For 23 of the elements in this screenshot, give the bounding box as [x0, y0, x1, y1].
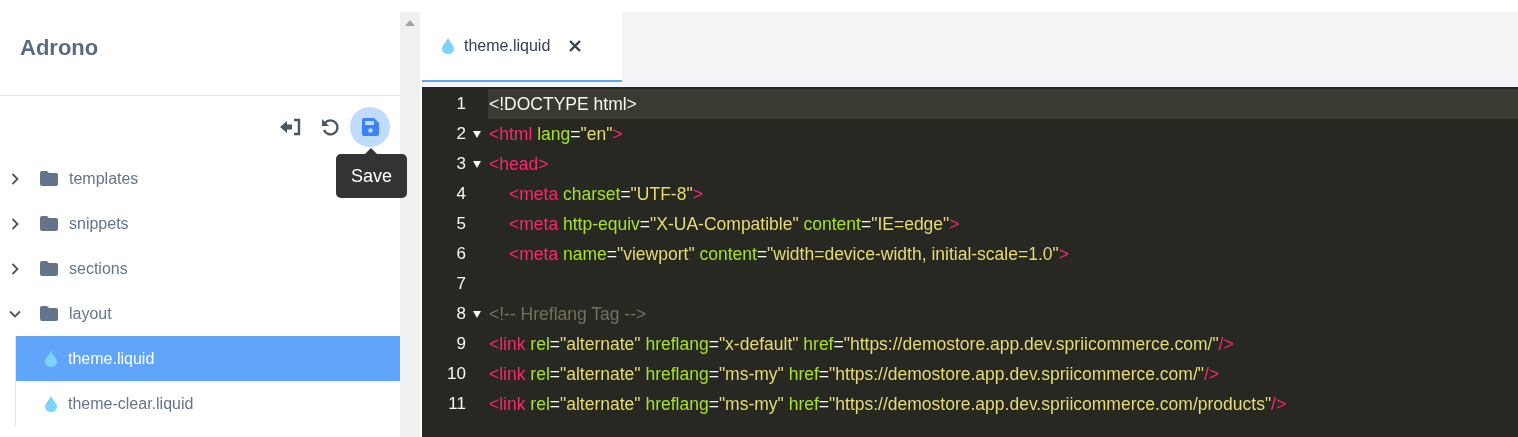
line-number: 2	[455, 124, 466, 144]
app-title: Adrono	[20, 34, 99, 61]
line-number: 9	[455, 334, 466, 354]
code-line: <!-- Hreflang Tag -->	[489, 303, 647, 325]
save-tooltip: Save	[335, 154, 407, 198]
code-line: <meta http-equiv="X-UA-Compatible" content="IE=edge">	[509, 213, 960, 235]
code-line: <html lang="en">	[489, 123, 623, 145]
code-line: <!DOCTYPE html>	[489, 93, 637, 115]
line-number: 8	[455, 304, 466, 324]
line-number: 3	[455, 154, 466, 174]
line-number: 6	[455, 244, 466, 264]
code-line: <meta charset="UTF-8">	[509, 183, 703, 205]
line-number: 1	[455, 94, 466, 114]
line-number: 10	[446, 364, 466, 384]
code-line: <meta name="viewport" content="width=device-width, initial-scale=1.0">	[509, 243, 1069, 265]
code-line: <link rel="alternate" hreflang="x-default" href="https://demostore.app.dev.spriicommerce.com/"/>	[489, 333, 1234, 355]
line-number: 11	[447, 394, 466, 414]
code-line: <link rel="alternate" hreflang="ms-my" href="https://demostore.app.dev.spriicommerce.com/products"/>	[489, 393, 1287, 415]
line-number: 7	[455, 274, 466, 294]
line-number: 4	[455, 184, 466, 204]
code-line: <head>	[489, 153, 549, 175]
code-line: <link rel="alternate" hreflang="ms-my" href="https://demostore.app.dev.spriicommerce.com/"/>	[489, 363, 1220, 385]
line-number: 5	[455, 214, 466, 234]
